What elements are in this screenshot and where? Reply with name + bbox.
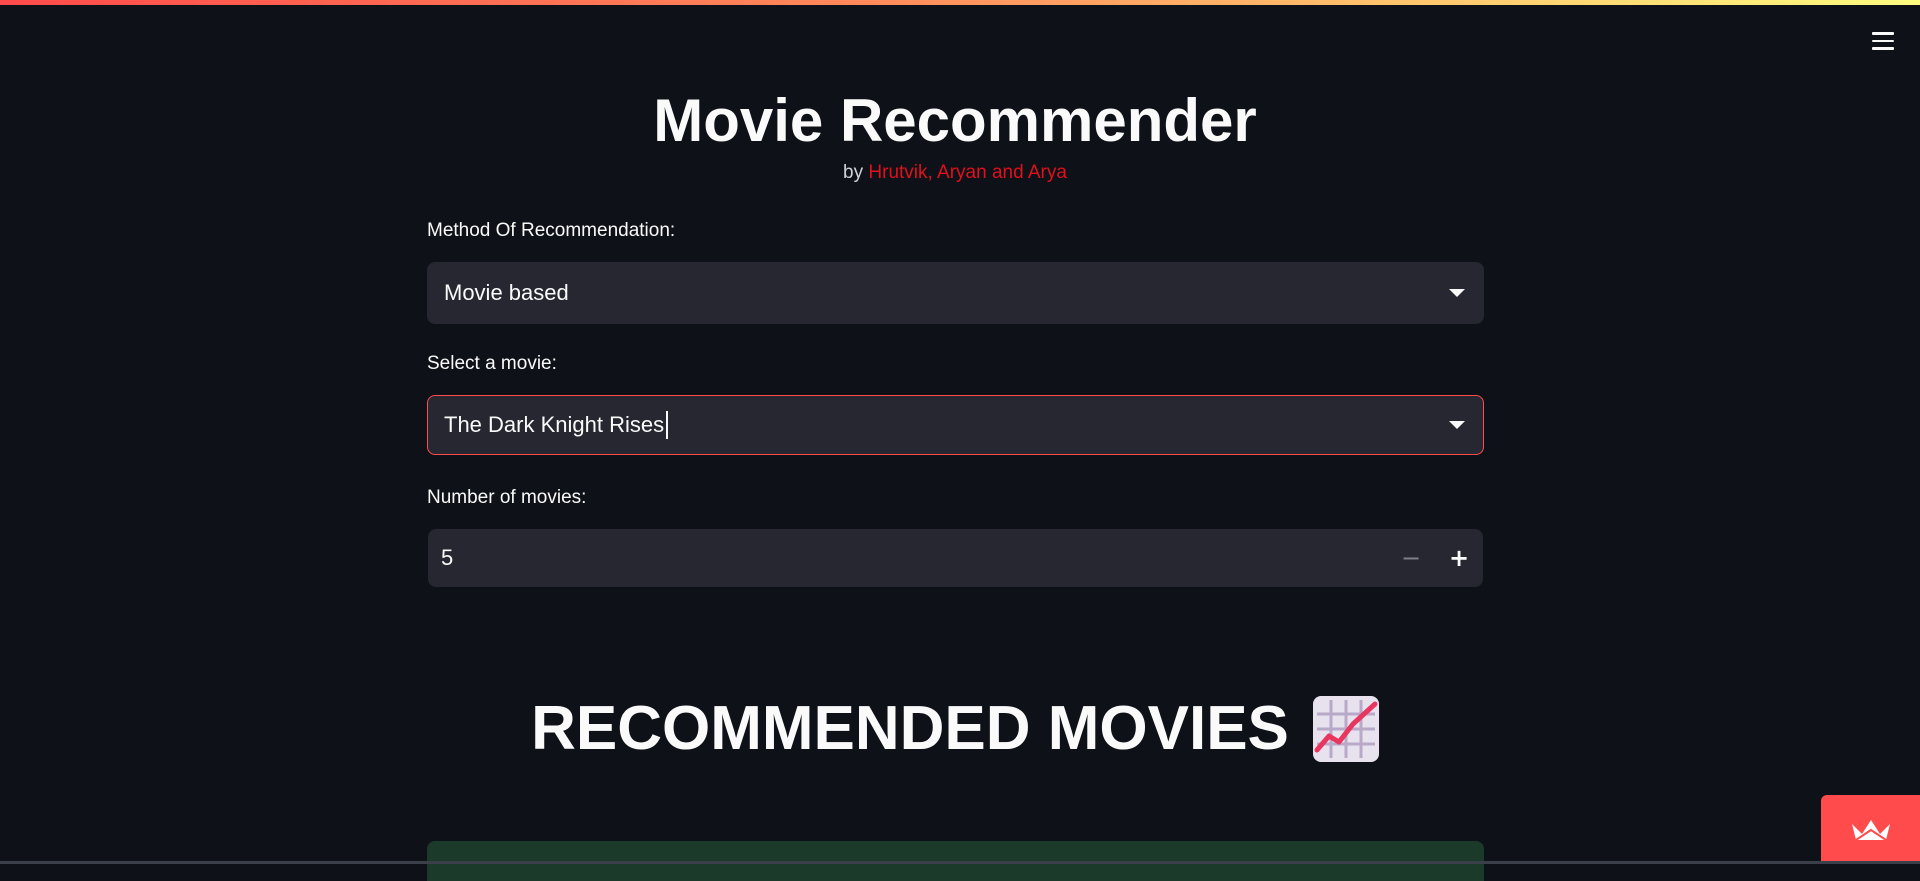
increment-button[interactable]: + [1435, 529, 1483, 587]
movie-label: Select a movie: [427, 353, 557, 374]
chart-increasing-icon [1312, 695, 1379, 762]
top-decoration-bar [0, 0, 1920, 5]
recommended-heading-text: RECOMMENDED MOVIES [531, 694, 1289, 763]
hamburger-menu-icon[interactable] [1868, 28, 1898, 54]
authors-text: Hrutvik, Aryan and Arya [868, 162, 1067, 183]
streamlit-crown-icon[interactable] [1821, 795, 1920, 864]
chevron-down-icon [1449, 421, 1465, 429]
movie-select[interactable]: The Dark Knight Rises [427, 395, 1484, 455]
movie-count-input[interactable]: 5 − + [428, 529, 1483, 587]
decrement-button[interactable]: − [1387, 529, 1435, 587]
count-label: Number of movies: [427, 487, 587, 508]
method-select-value: Movie based [444, 280, 569, 305]
recommended-heading: RECOMMENDED MOVIES [0, 693, 1910, 764]
text-cursor [666, 411, 669, 439]
method-select[interactable]: Movie based [427, 262, 1484, 324]
movie-select-value[interactable]: The Dark Knight Rises [444, 412, 664, 438]
subtitle-prefix: by [843, 162, 869, 183]
chevron-down-icon [1449, 289, 1465, 297]
movie-count-value[interactable]: 5 [428, 545, 1387, 571]
page-title: Movie Recommender [653, 87, 1257, 154]
method-label: Method Of Recommendation: [427, 220, 676, 241]
page-subtitle: by Hrutvik, Aryan and Arya [0, 162, 1910, 184]
